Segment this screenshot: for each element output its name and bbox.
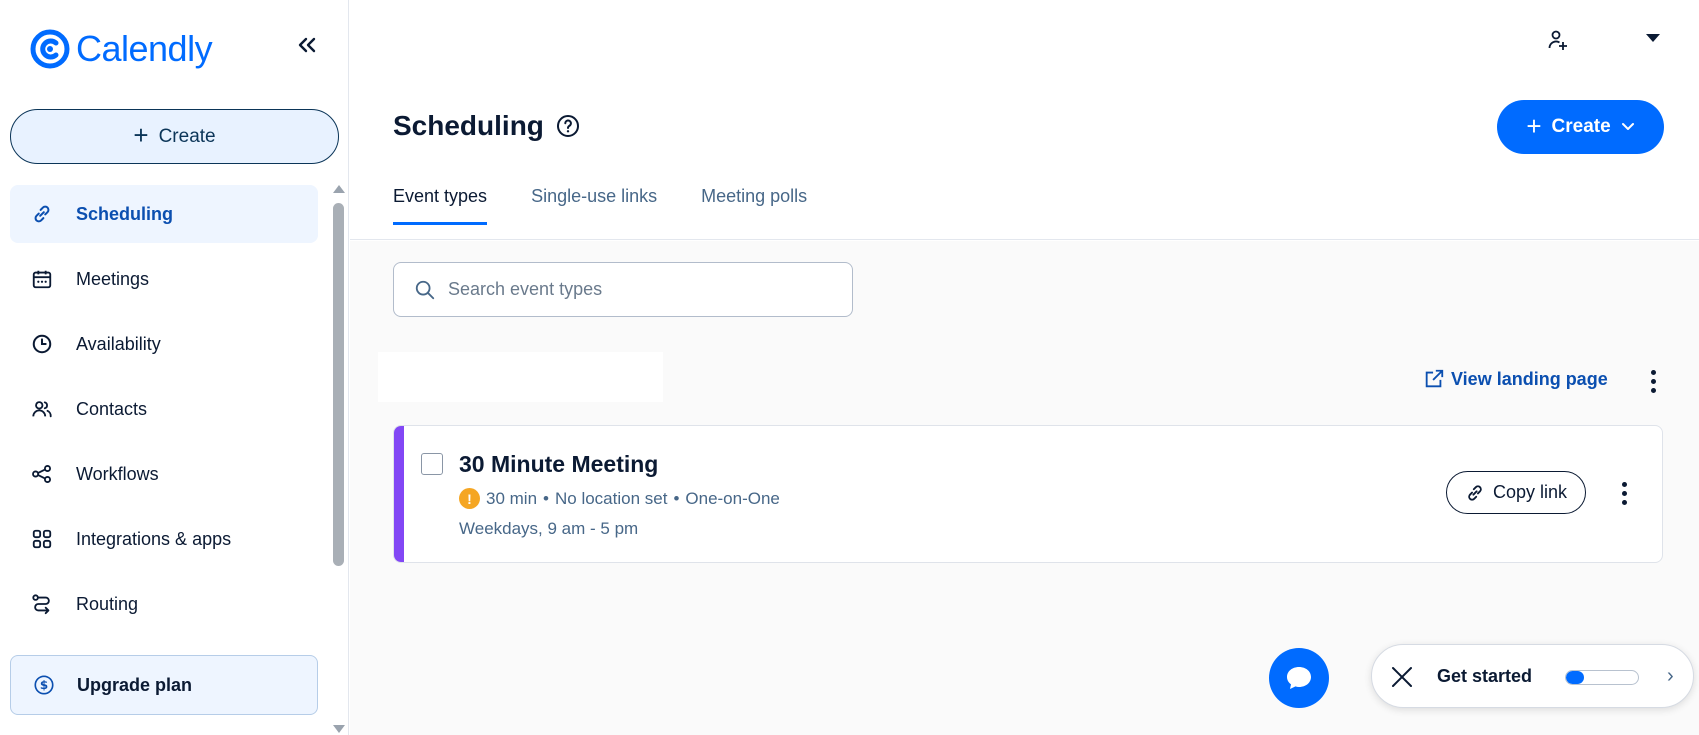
plus-icon: + xyxy=(133,120,149,150)
close-icon[interactable] xyxy=(1390,665,1414,689)
account-menu-caret-icon[interactable] xyxy=(1646,34,1660,42)
sidebar-item-label: Workflows xyxy=(76,463,159,484)
upgrade-plan-button[interactable]: $ Upgrade plan xyxy=(10,655,318,715)
sidebar-item-meetings[interactable]: Meetings xyxy=(10,250,318,308)
sidebar-scrollbar[interactable] xyxy=(331,185,345,735)
sidebar-create-label: Create xyxy=(158,125,216,147)
event-type-card[interactable]: 30 Minute Meeting ! 30 min • No location… xyxy=(393,425,1663,563)
collapse-sidebar-button[interactable] xyxy=(292,30,322,60)
sidebar-item-label: Scheduling xyxy=(76,203,174,224)
apps-grid-icon xyxy=(30,527,54,551)
meta-separator: • xyxy=(673,488,680,508)
search-box xyxy=(393,262,853,317)
brand-name: Calendly xyxy=(76,28,213,69)
chat-support-button[interactable] xyxy=(1269,648,1329,708)
add-user-button[interactable] xyxy=(1542,24,1574,56)
event-duration: 30 min xyxy=(486,488,538,508)
sidebar-item-label: Contacts xyxy=(76,398,148,419)
scroll-up-arrow-icon[interactable] xyxy=(333,185,345,193)
sidebar-item-workflows[interactable]: Workflows xyxy=(10,445,318,503)
sidebar: Calendly + Create Scheduling Meetings Av… xyxy=(0,0,349,735)
chevron-down-icon xyxy=(1621,123,1634,130)
calendly-logo[interactable]: Calendly xyxy=(30,28,213,70)
get-started-progress-bar xyxy=(1565,670,1639,685)
redacted-area xyxy=(378,352,663,402)
chat-bubble-icon xyxy=(1287,667,1311,689)
get-started-widget[interactable]: Get started › xyxy=(1371,644,1694,708)
progress-fill xyxy=(1566,671,1584,684)
sidebar-item-availability[interactable]: Availability xyxy=(10,315,318,373)
dollar-circle-icon: $ xyxy=(34,675,54,695)
workflows-icon xyxy=(30,462,54,486)
event-color-stripe xyxy=(394,426,404,562)
sidebar-item-label: Availability xyxy=(76,333,161,354)
contacts-icon xyxy=(30,397,54,421)
main-content: Scheduling + Create Event types Single-u… xyxy=(350,0,1699,735)
routing-icon xyxy=(30,592,54,616)
app: Calendly + Create Scheduling Meetings Av… xyxy=(0,0,1699,735)
plus-icon: + xyxy=(1526,110,1542,141)
meta-separator: • xyxy=(543,488,549,508)
sidebar-nav: Scheduling Meetings Availability Contact… xyxy=(10,185,318,640)
calendly-logo-icon xyxy=(30,29,70,69)
tab-single-use-links[interactable]: Single-use links xyxy=(531,186,657,225)
search-input[interactable] xyxy=(448,279,848,300)
tab-event-types[interactable]: Event types xyxy=(393,186,488,225)
event-select-checkbox[interactable] xyxy=(421,453,443,475)
tab-meeting-polls[interactable]: Meeting polls xyxy=(701,186,807,225)
event-meta: ! 30 min • No location set • One-on-One xyxy=(459,488,780,509)
sidebar-item-contacts[interactable]: Contacts xyxy=(10,380,318,438)
main-create-label: Create xyxy=(1551,116,1611,137)
scroll-down-arrow-icon[interactable] xyxy=(333,725,345,733)
event-kind: One-on-One xyxy=(685,488,780,508)
sidebar-create-button[interactable]: + Create xyxy=(10,109,339,164)
add-user-icon xyxy=(1548,30,1567,50)
link-icon xyxy=(30,202,54,226)
upgrade-plan-label: Upgrade plan xyxy=(77,674,193,695)
link-icon xyxy=(1468,484,1482,501)
sidebar-item-label: Routing xyxy=(76,593,139,614)
event-location: No location set xyxy=(554,488,668,508)
copy-link-button[interactable]: Copy link xyxy=(1446,471,1586,514)
search-icon xyxy=(415,280,435,299)
calendar-icon xyxy=(30,267,54,291)
copy-link-label: Copy link xyxy=(1492,482,1568,502)
double-chevron-left-icon xyxy=(298,37,316,53)
scrollbar-thumb[interactable] xyxy=(333,203,344,566)
external-link-icon xyxy=(1425,369,1444,388)
event-title[interactable]: 30 Minute Meeting xyxy=(459,451,658,478)
sidebar-item-label: Meetings xyxy=(76,268,150,289)
event-schedule: Weekdays, 9 am - 5 pm xyxy=(459,519,639,538)
help-icon[interactable] xyxy=(556,114,580,138)
page-title: Scheduling xyxy=(393,110,544,141)
main-create-button[interactable]: + Create xyxy=(1497,100,1664,154)
tab-bar: Event types Single-use links Meeting pol… xyxy=(393,186,807,225)
get-started-label: Get started xyxy=(1437,666,1533,686)
sidebar-item-integrations[interactable]: Integrations & apps xyxy=(10,510,318,568)
page-title-row: Scheduling xyxy=(393,110,580,142)
view-landing-page-link[interactable]: View landing page xyxy=(1423,368,1608,390)
event-more-options-icon[interactable] xyxy=(1612,478,1636,508)
clock-icon xyxy=(30,332,54,356)
sidebar-item-scheduling[interactable]: Scheduling xyxy=(10,185,318,243)
chevron-right-icon[interactable]: › xyxy=(1667,665,1674,688)
landing-more-options-icon[interactable] xyxy=(1641,366,1665,396)
sidebar-item-label: Integrations & apps xyxy=(76,528,232,549)
svg-text:$: $ xyxy=(40,678,48,692)
sidebar-item-routing[interactable]: Routing xyxy=(10,575,318,633)
view-landing-page-label: View landing page xyxy=(1451,368,1608,389)
warning-icon: ! xyxy=(459,488,480,509)
